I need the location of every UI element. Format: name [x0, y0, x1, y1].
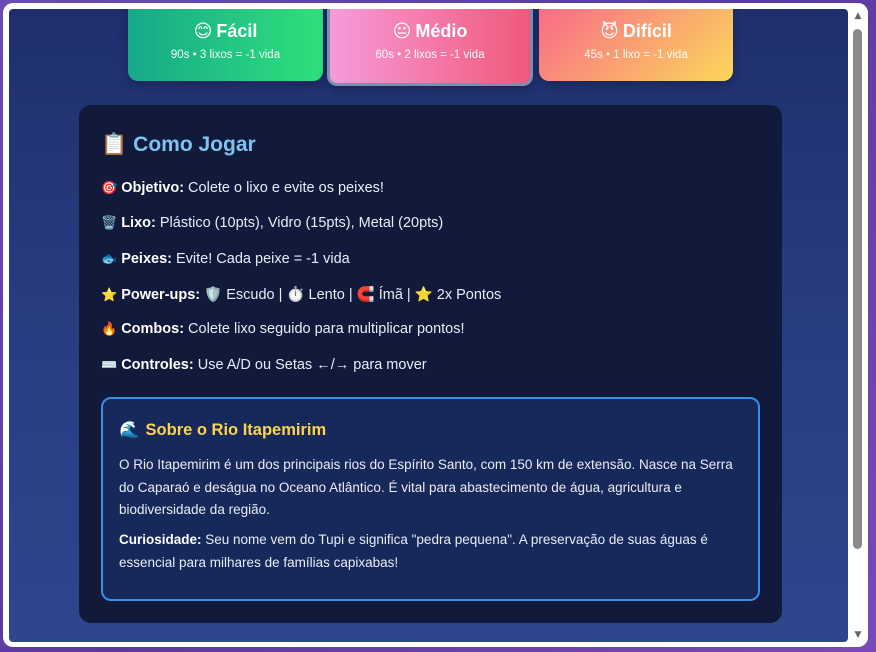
rule-controls-text: Use A/D ou Setas ←/→ para mover: [193, 357, 427, 373]
curiosity-text: Seu nome vem do Tupi e significa "pedra …: [119, 532, 708, 570]
rule-combos-label: Combos:: [121, 321, 185, 337]
difficulty-medium-desc: 60s • 2 lixos = -1 vida: [375, 49, 485, 61]
about-river-title: 🌊 Sobre o Rio Itapemirim: [119, 420, 326, 440]
rule-fish-text: Evite! Cada peixe = -1 vida: [171, 251, 350, 267]
difficulty-hard-title: 😈 Difícil: [539, 21, 733, 42]
scrollbar-thumb[interactable]: [853, 29, 862, 549]
how-to-play-title: 📋 Como Jogar: [101, 132, 256, 157]
rule-objective: 🎯 Objetivo: Colete o lixo e evite os peix…: [101, 180, 384, 196]
keyboard-icon: ⌨️: [101, 358, 118, 373]
browser-window: 😊 Fácil 90s • 3 lixos = -1 vida 😐 Médio 60…: [3, 3, 868, 647]
difficulty-selector: 😊 Fácil 90s • 3 lixos = -1 vida 😐 Médio 60…: [9, 9, 848, 95]
about-river-curiosity: Curiosidade: Seu nome vem do Tupi e sign…: [119, 529, 745, 574]
about-river-title-text: Sobre o Rio Itapemirim: [145, 421, 327, 439]
rule-combos-text: Colete lixo seguido para multiplicar pon…: [184, 321, 465, 337]
rule-powerups: ⭐ Power-ups: 🛡️ Escudo | ⏱️ Lento | 🧲 Ímã…: [101, 286, 501, 303]
rule-objective-text: Colete o lixo e evite os peixes!: [184, 180, 384, 196]
rule-powerups-label: Power-ups:: [121, 287, 201, 303]
curiosity-label: Curiosidade:: [119, 532, 202, 547]
difficulty-easy-label: Fácil: [216, 21, 258, 41]
fire-icon: 🔥: [101, 322, 118, 337]
rule-fish-label: Peixes:: [121, 251, 172, 267]
rule-powerups-text: 🛡️ Escudo | ⏱️ Lento | 🧲 Ímã | ⭐ 2x Pont…: [200, 287, 502, 303]
difficulty-hard-desc: 45s • 1 lixo = -1 vida: [584, 49, 688, 61]
rule-controls: ⌨️ Controles: Use A/D ou Setas ←/→ para m…: [101, 357, 427, 373]
scroll-down-arrow-icon[interactable]: ▼: [852, 630, 864, 640]
star-icon: ⭐: [101, 288, 118, 303]
vertical-scrollbar[interactable]: ▲ ▼: [848, 9, 868, 642]
difficulty-medium-label: Médio: [415, 21, 468, 41]
difficulty-medium-title: 😐 Médio: [330, 21, 530, 42]
rule-trash-label: Lixo:: [121, 215, 156, 231]
game-viewport: 😊 Fácil 90s • 3 lixos = -1 vida 😐 Médio 60…: [9, 9, 848, 642]
devil-face-icon: 😈: [600, 21, 619, 42]
neutral-face-icon: 😐: [392, 21, 412, 42]
about-river-text: O Rio Itapemirim é um dos principais rio…: [119, 457, 733, 517]
fish-icon: 🐟: [101, 252, 118, 267]
about-river-box: 🌊 Sobre o Rio Itapemirim O Rio Itapemirim…: [101, 397, 760, 601]
difficulty-easy-title: 😊 Fácil: [128, 21, 323, 42]
rule-combos: 🔥 Combos: Colete lixo seguido para multip…: [101, 321, 465, 337]
difficulty-hard-label: Difícil: [622, 21, 672, 41]
rule-trash: 🗑️ Lixo: Plástico (10pts), Vidro (15pts),…: [101, 215, 443, 231]
smile-icon: 😊: [193, 21, 213, 42]
how-to-play-panel: 📋 Como Jogar 🎯 Objetivo: Colete o lixo e e…: [79, 105, 782, 623]
wave-icon: 🌊: [119, 420, 140, 439]
difficulty-easy-button[interactable]: 😊 Fácil 90s • 3 lixos = -1 vida: [128, 9, 323, 81]
rule-objective-label: Objetivo:: [121, 180, 185, 196]
scroll-up-arrow-icon[interactable]: ▲: [852, 11, 864, 21]
how-to-play-title-text: Como Jogar: [133, 133, 256, 156]
rule-trash-text: Plástico (10pts), Vidro (15pts), Metal (…: [155, 215, 444, 231]
difficulty-hard-button[interactable]: 😈 Difícil 45s • 1 lixo = -1 vida: [539, 9, 733, 81]
clipboard-icon: 📋: [101, 132, 128, 156]
rule-controls-label: Controles:: [121, 357, 194, 373]
trash-icon: 🗑️: [101, 216, 118, 231]
target-icon: 🎯: [101, 181, 118, 196]
difficulty-medium-button[interactable]: 😐 Médio 60s • 2 lixos = -1 vida: [327, 9, 533, 86]
difficulty-easy-desc: 90s • 3 lixos = -1 vida: [170, 49, 281, 61]
rule-fish: 🐟 Peixes: Evite! Cada peixe = -1 vida: [101, 251, 350, 267]
